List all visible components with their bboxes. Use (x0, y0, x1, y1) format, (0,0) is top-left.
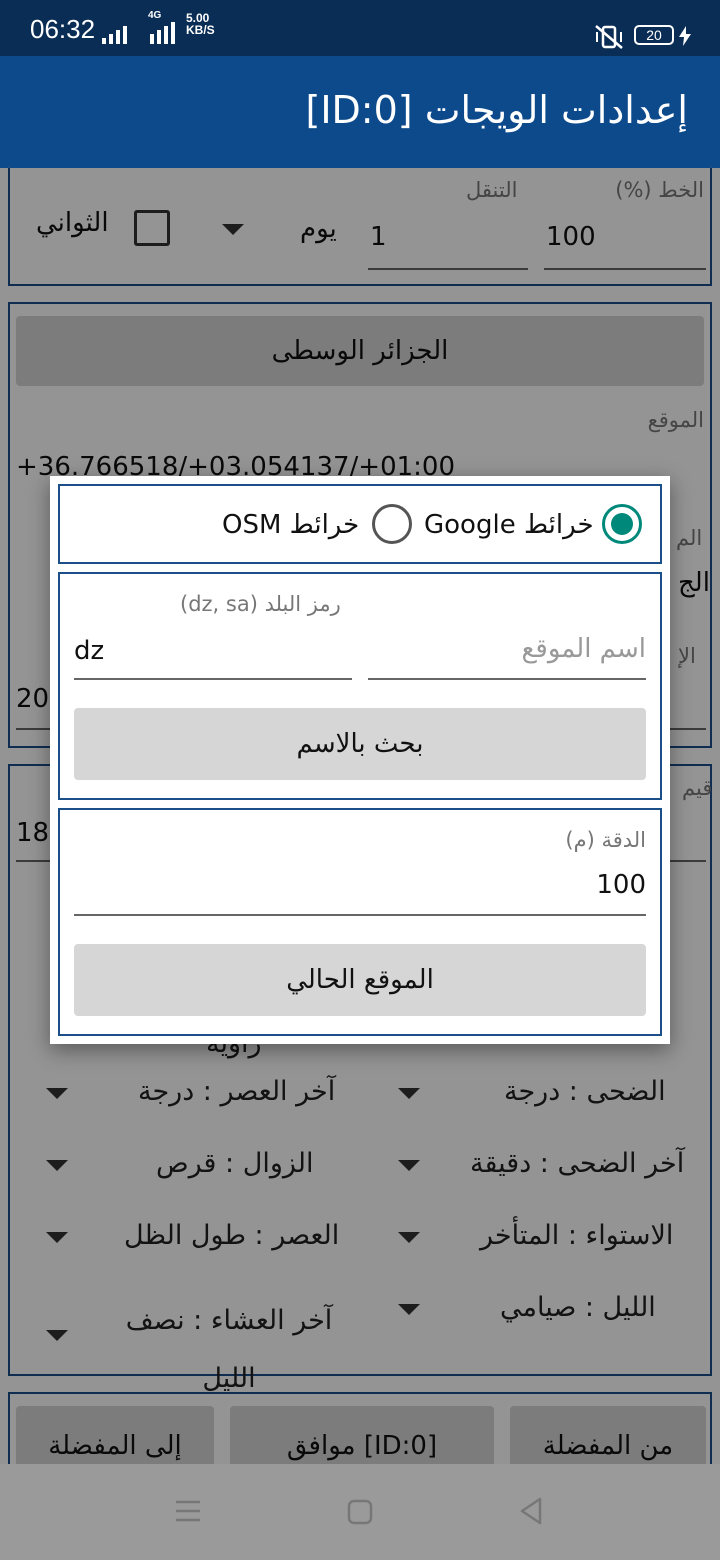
menu-icon[interactable] (174, 1498, 202, 1524)
search-by-name-button[interactable]: بحث بالاسم (74, 708, 646, 780)
current-location-group: الدقة (م) 100 الموقع الحالي (58, 808, 662, 1036)
osm-maps-radio[interactable] (372, 504, 412, 544)
net-speed-unit: KB/S (186, 23, 215, 37)
accuracy-label: الدقة (م) (565, 828, 646, 852)
app-bar: إعدادات الويجات [ID:0] (0, 56, 720, 168)
location-name-input[interactable]: اسم الموقع (522, 634, 646, 664)
country-code-underline (74, 678, 352, 680)
country-code-input[interactable]: dz (74, 636, 104, 666)
navigation-bar (0, 1464, 720, 1560)
location-search-dialog: خرائط Google خرائط OSM رمز البلد (dz, sa… (50, 476, 670, 1044)
country-code-label: رمز البلد (dz, sa) (180, 592, 341, 616)
battery-icon: 20 (634, 25, 674, 45)
search-by-name-group: رمز البلد (dz, sa) dz اسم الموقع بحث بال… (58, 572, 662, 800)
network-speed: 5.00 KB/S (186, 12, 215, 36)
location-name-underline (368, 678, 646, 680)
status-bar: 06:32 4G 5.00 KB/S 20 (0, 0, 720, 56)
google-maps-radio[interactable] (602, 504, 642, 544)
accuracy-input[interactable]: 100 (596, 870, 646, 900)
page-title: إعدادات الويجات [ID:0] (305, 88, 688, 132)
map-provider-group: خرائط Google خرائط OSM (58, 484, 662, 564)
current-location-button[interactable]: الموقع الحالي (74, 944, 646, 1016)
accuracy-underline (74, 914, 646, 916)
back-icon[interactable] (518, 1496, 544, 1526)
charging-icon (679, 26, 691, 46)
status-time: 06:32 (30, 14, 96, 44)
osm-maps-label[interactable]: خرائط OSM (222, 510, 359, 540)
mute-vibrate-icon (595, 25, 623, 49)
google-maps-label[interactable]: خرائط Google (424, 510, 594, 540)
signal-icon-2 (146, 0, 178, 56)
signal-icon (100, 0, 132, 56)
home-icon[interactable] (346, 1498, 374, 1526)
